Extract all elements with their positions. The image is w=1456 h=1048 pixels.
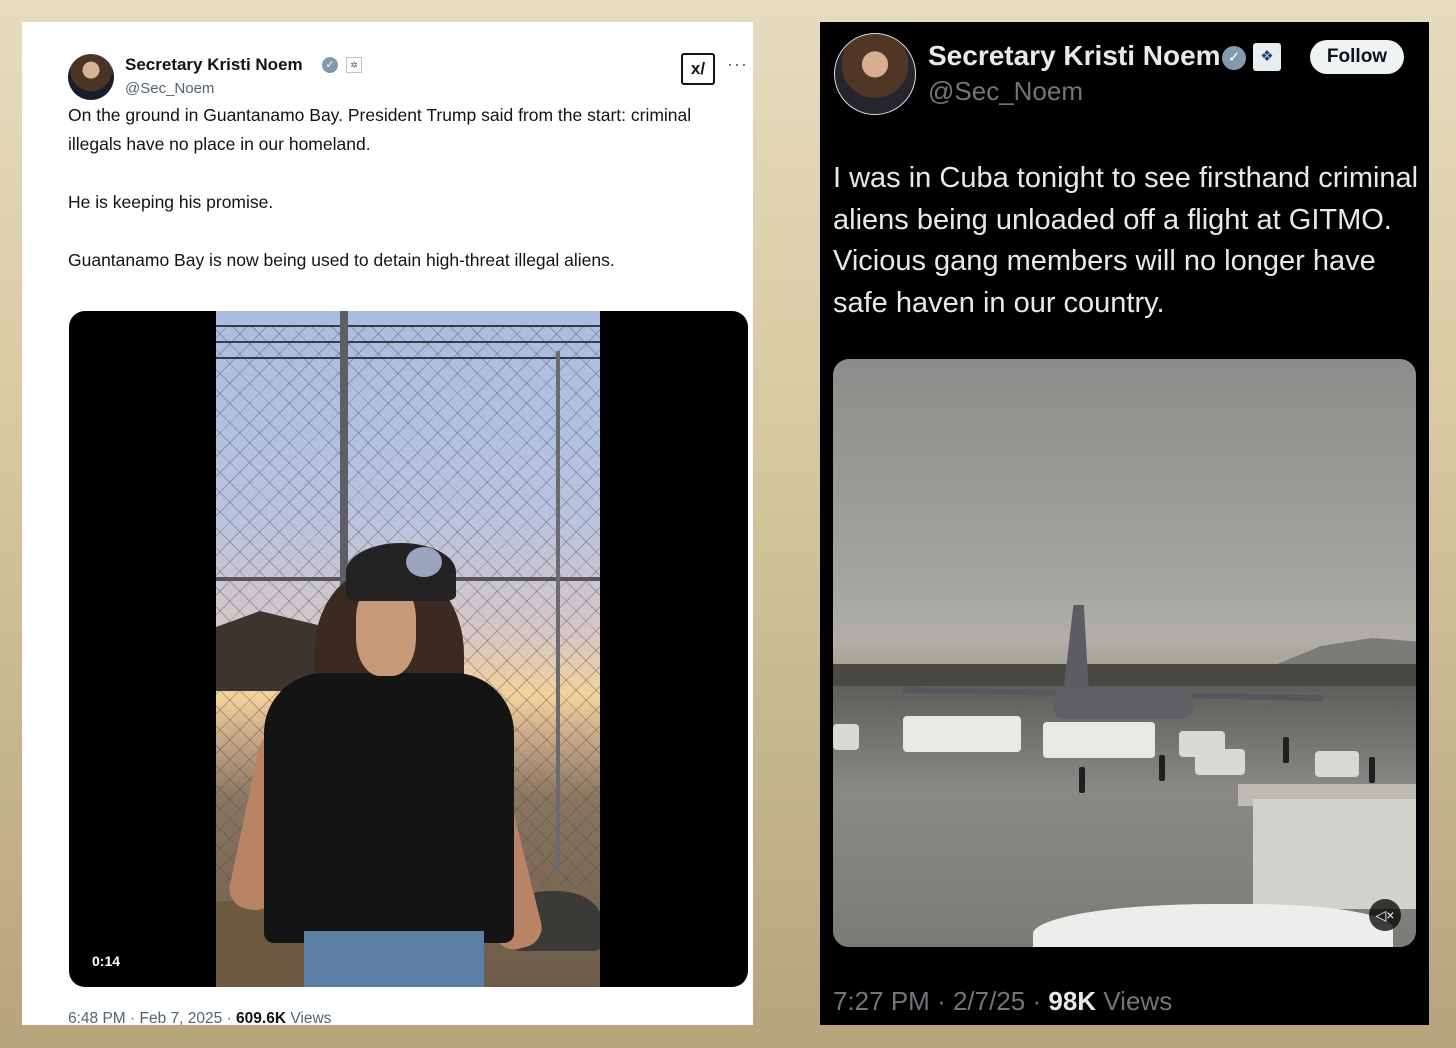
video-frame xyxy=(216,311,600,987)
left-tweet-card: Secretary Kristi Noem ✓ ✲ @Sec_Noem x/ ·… xyxy=(22,22,753,1027)
author-name[interactable]: Secretary Kristi Noem xyxy=(125,55,303,75)
avatar[interactable] xyxy=(68,54,114,100)
views-label: Views xyxy=(1103,986,1173,1016)
video-player[interactable]: 0:14 xyxy=(69,311,748,987)
view-count: 609.6K xyxy=(236,1010,287,1027)
tweet-meta: 6:48 PM · Feb 7, 2025 · 609.6K Views xyxy=(68,1010,332,1027)
view-count: 98K xyxy=(1048,986,1097,1016)
author-handle[interactable]: @Sec_Noem xyxy=(928,76,1083,107)
dhs-affiliate-icon[interactable]: ✲ xyxy=(346,57,362,73)
avatar[interactable] xyxy=(834,33,916,115)
tweet-text: I was in Cuba tonight to see firsthand c… xyxy=(833,162,1419,319)
tweet-time[interactable]: 6:48 PM xyxy=(68,1010,126,1027)
tweet-text-paragraph: He is keeping his promise. xyxy=(68,192,274,212)
tweet-meta: 7:27 PM · 2/7/25 · 98K Views xyxy=(833,986,1173,1016)
tweet-time[interactable]: 7:27 PM xyxy=(833,986,930,1016)
grok-icon[interactable]: x/ xyxy=(681,53,715,85)
airplane xyxy=(1063,605,1089,695)
tweet-date[interactable]: 2/7/25 xyxy=(953,986,1025,1016)
mute-icon[interactable]: ◁× xyxy=(1369,899,1401,931)
views-label: Views xyxy=(290,1010,332,1027)
follow-button[interactable]: Follow xyxy=(1310,40,1404,74)
video-duration: 0:14 xyxy=(92,953,121,969)
verified-badge-icon: ✓ xyxy=(1222,46,1246,70)
author-name[interactable]: Secretary Kristi Noem xyxy=(928,40,1221,72)
right-tweet-card: Secretary Kristi Noem ✓ ❖ @Sec_Noem Foll… xyxy=(820,22,1429,1025)
more-icon[interactable]: ··· xyxy=(727,54,748,75)
verified-badge-icon: ✓ xyxy=(322,57,338,73)
author-handle[interactable]: @Sec_Noem xyxy=(125,80,214,97)
dhs-affiliate-icon[interactable]: ❖ xyxy=(1253,43,1281,71)
tweet-text-paragraph: On the ground in Guantanamo Bay. Preside… xyxy=(68,105,692,154)
tweet-date[interactable]: Feb 7, 2025 xyxy=(140,1010,223,1027)
video-player[interactable]: ◁× xyxy=(833,359,1416,947)
tweet-text-paragraph: Guantanamo Bay is now being used to deta… xyxy=(68,250,615,270)
